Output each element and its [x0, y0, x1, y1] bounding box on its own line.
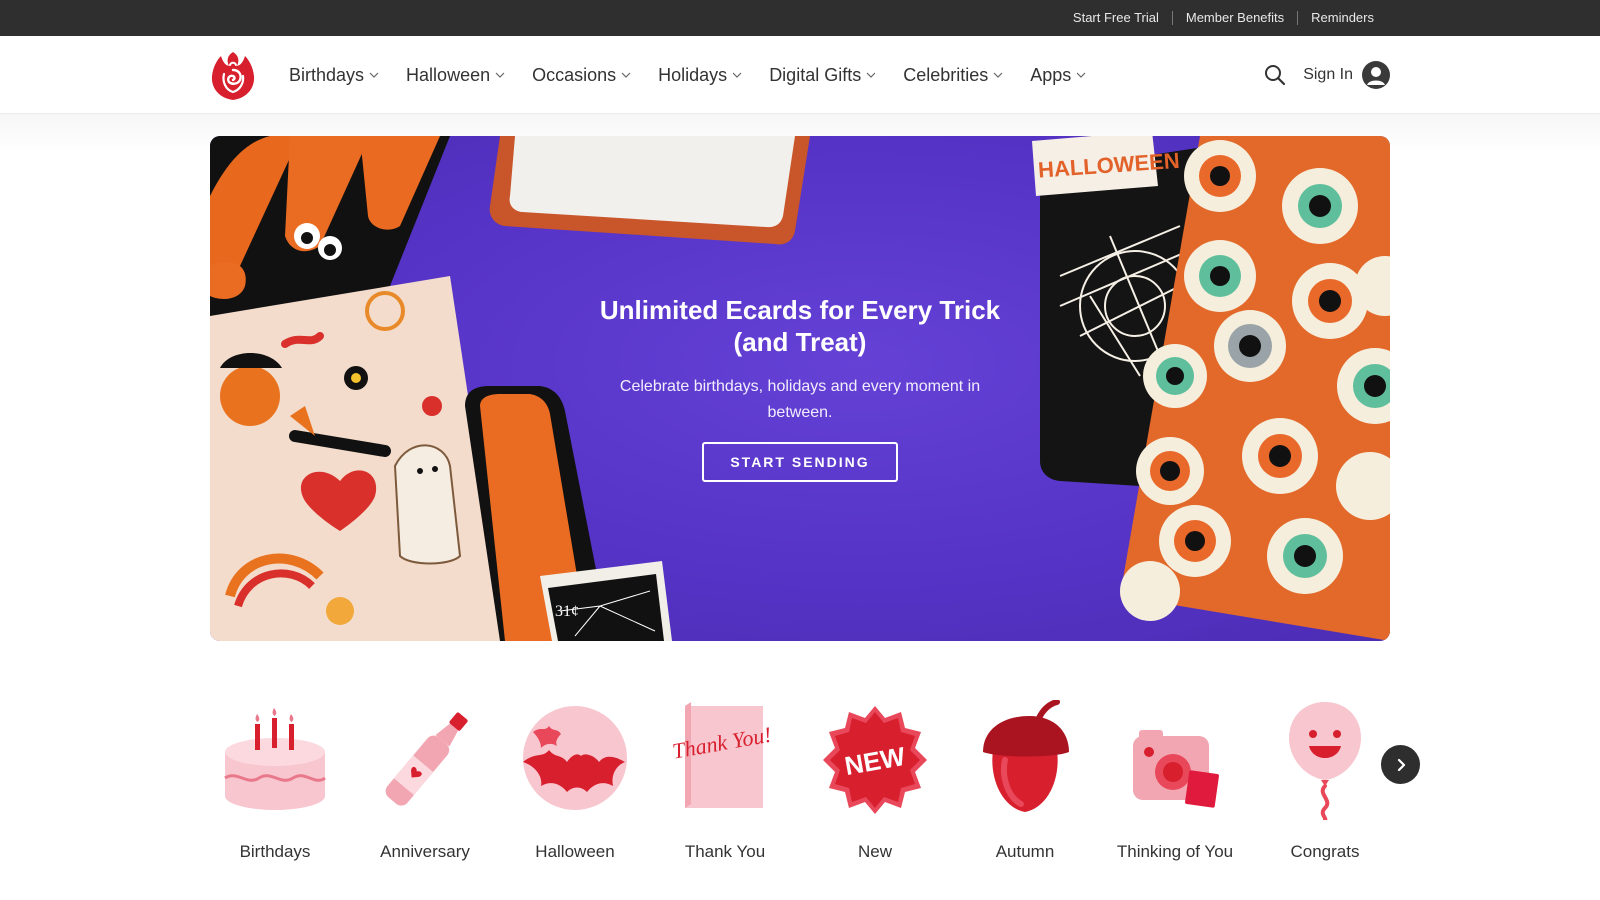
nav-account-area: Sign In [1264, 36, 1390, 114]
rose-logo[interactable] [209, 50, 257, 102]
category-label: Anniversary [380, 842, 470, 861]
nav-item-label: Occasions [532, 64, 617, 85]
chevron-down-icon [621, 72, 631, 78]
category-congrats[interactable]: Congrats [1260, 700, 1390, 862]
carousel-next-button[interactable] [1381, 745, 1420, 784]
chevron-down-icon [1076, 72, 1086, 78]
hero-banner[interactable]: 31¢ HALLOWEEN Unlimited Ecards for Every… [210, 136, 1390, 641]
nav-menu: Birthdays Halloween Occasions Holidays D… [289, 36, 1113, 114]
category-label: Congrats [1290, 842, 1360, 861]
nav-item-occasions[interactable]: Occasions [532, 65, 631, 86]
category-label: Birthdays [239, 842, 311, 861]
nav-item-holidays[interactable]: Holidays [658, 65, 742, 86]
search-icon[interactable] [1264, 64, 1286, 86]
category-label: Thank You [684, 842, 766, 861]
hero-title: Unlimited Ecards for Every Trick (and Tr… [599, 295, 1001, 357]
category-thank-you[interactable]: Thank You! Thank You [660, 700, 790, 862]
nav-item-label: Halloween [406, 64, 491, 85]
category-autumn[interactable]: Autumn [960, 700, 1090, 862]
thank-you-card-icon: Thank You! [670, 702, 773, 808]
chevron-down-icon [866, 72, 876, 78]
nav-item-birthdays[interactable]: Birthdays [289, 65, 379, 86]
category-birthdays[interactable]: Birthdays [210, 700, 340, 862]
hero-copy: Unlimited Ecards for Every Trick (and Tr… [594, 294, 1006, 482]
bat-moon-icon [523, 706, 627, 810]
category-label: Halloween [535, 842, 615, 861]
hero-subtitle: Celebrate birthdays, holidays and every … [619, 378, 981, 421]
chevron-down-icon [495, 72, 505, 78]
start-free-trial-link[interactable]: Start Free Trial [1060, 11, 1172, 25]
category-new[interactable]: NEW New [810, 700, 940, 862]
category-anniversary[interactable]: Anniversary [360, 700, 490, 862]
category-label: Autumn [995, 842, 1055, 861]
category-label: Thinking of You [1116, 842, 1234, 861]
main-navigation: Birthdays Halloween Occasions Holidays D… [0, 36, 1600, 114]
nav-item-digital-gifts[interactable]: Digital Gifts [769, 65, 876, 86]
start-sending-button[interactable]: START SENDING [702, 442, 898, 482]
category-carousel: Birthdays Anniversary Halloween Thank Yo… [210, 700, 1430, 880]
nav-item-halloween[interactable]: Halloween [406, 65, 505, 86]
reminders-link[interactable]: Reminders [1297, 11, 1387, 25]
champagne-bottle-icon [385, 712, 468, 806]
chevron-down-icon [993, 72, 1003, 78]
new-badge-icon: NEW [823, 706, 927, 814]
smiling-balloon-icon [1289, 702, 1361, 820]
member-benefits-link[interactable]: Member Benefits [1171, 11, 1297, 25]
stamp-price: 31¢ [555, 603, 579, 620]
category-halloween[interactable]: Halloween [510, 700, 640, 862]
nav-item-label: Birthdays [289, 64, 365, 85]
chevron-right-icon [1397, 758, 1405, 771]
sign-in-link[interactable]: Sign In [1303, 66, 1353, 84]
instant-camera-icon [1133, 730, 1219, 808]
chevron-down-icon [369, 72, 379, 78]
chevron-down-icon [732, 72, 742, 78]
nav-item-label: Apps [1030, 64, 1072, 85]
birthday-cake-icon [224, 708, 326, 810]
utility-bar: Start Free Trial Member Benefits Reminde… [0, 0, 1600, 36]
category-label: New [857, 842, 892, 861]
user-icon[interactable] [1362, 61, 1390, 89]
nav-item-celebrities[interactable]: Celebrities [903, 65, 1003, 86]
category-thinking-of-you[interactable]: Thinking of You [1110, 700, 1240, 862]
nav-item-apps[interactable]: Apps [1030, 65, 1086, 86]
nav-item-label: Holidays [658, 64, 728, 85]
utility-links: Start Free Trial Member Benefits Reminde… [1060, 0, 1387, 36]
acorn-icon [983, 700, 1069, 812]
nav-item-label: Digital Gifts [769, 64, 862, 85]
nav-item-label: Celebrities [903, 64, 989, 85]
